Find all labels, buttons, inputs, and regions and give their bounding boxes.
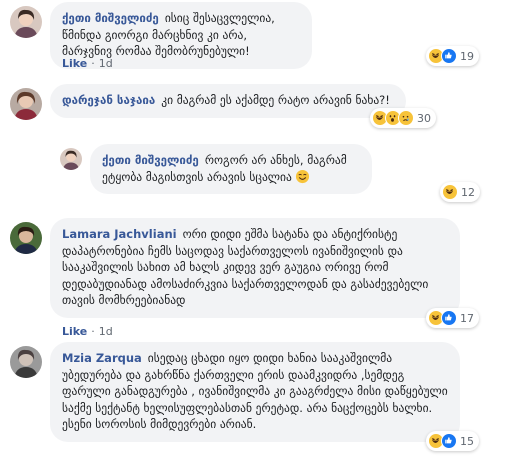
avatar[interactable] <box>10 88 42 120</box>
comment-timestamp[interactable]: 1d <box>99 325 113 338</box>
like-reaction-icon <box>441 433 457 449</box>
avatar[interactable] <box>10 6 42 38</box>
reaction-count: 12 <box>461 185 475 199</box>
comment-author[interactable]: ქეთი მიშველიძე <box>62 11 159 25</box>
reactions-summary[interactable]: 19 <box>426 46 479 66</box>
reactions-summary[interactable]: 12 <box>440 182 480 202</box>
reaction-count: 19 <box>460 49 474 63</box>
comment-bubble: დარეჯან საჯაია კი მაგრამ ეს აქამდე რატო ა… <box>50 84 406 118</box>
comment-bubble: Mzia Zarqua ისედაც ცხადი იყო დიდი ხანია ს… <box>50 342 460 442</box>
comment: Lamara Jachvliani ორი დიდი ეშმა სატანა და… <box>0 216 512 338</box>
reply-comment: ქეთი მიშველიძე როგორ არ ანხეს, მაგრამ ეტყ… <box>0 142 512 202</box>
comment: Mzia Zarqua ისედაც ცხადი იყო დიდი ხანია ს… <box>0 342 512 459</box>
reaction-count: 17 <box>460 311 474 325</box>
like-reaction-icon <box>441 48 457 64</box>
reactions-summary[interactable]: 30 <box>370 108 436 128</box>
comment-author[interactable]: Lamara Jachvliani <box>62 227 177 241</box>
avatar[interactable] <box>10 346 42 378</box>
sad-reaction-icon <box>398 110 414 126</box>
reactions-summary[interactable]: 17 <box>426 308 479 328</box>
comment: ქეთი მიშველიძე ისიც შესაცვლელია, წმინდა გ… <box>0 0 512 80</box>
reactions-summary[interactable]: 15 <box>426 431 479 451</box>
like-reaction-icon <box>441 310 457 326</box>
comment-author[interactable]: Mzia Zarqua <box>62 351 142 365</box>
separator-dot: · <box>91 57 95 70</box>
avatar[interactable] <box>10 222 42 254</box>
like-link[interactable]: Like <box>62 325 87 338</box>
avatar[interactable] <box>60 148 82 170</box>
comment-bubble: ქეთი მიშველიძე როგორ არ ანხეს, მაგრამ ეტყ… <box>90 144 372 194</box>
comment-text: კი მაგრამ ეს აქამდე რატო არავინ ნახა?! <box>161 93 390 107</box>
comment-bubble: Lamara Jachvliani ორი დიდი ეშმა სატანა და… <box>50 218 460 318</box>
comment-author[interactable]: დარეჯან საჯაია <box>62 93 155 107</box>
comment-author[interactable]: ქეთი მიშველიძე <box>102 153 199 167</box>
separator-dot: · <box>91 325 95 338</box>
reaction-count: 15 <box>460 434 474 448</box>
like-link[interactable]: Like <box>62 57 87 70</box>
comment-actions: Like · 1d <box>62 325 113 338</box>
smile-emoji-icon <box>295 169 310 184</box>
comment: დარეჯან საჯაია კი მაგრამ ეს აქამდე რატო ა… <box>0 84 512 134</box>
comment-timestamp[interactable]: 1d <box>99 57 113 70</box>
reaction-count: 30 <box>417 111 431 125</box>
comment-actions: Like · 1d <box>62 57 113 70</box>
haha-reaction-icon <box>442 184 458 200</box>
